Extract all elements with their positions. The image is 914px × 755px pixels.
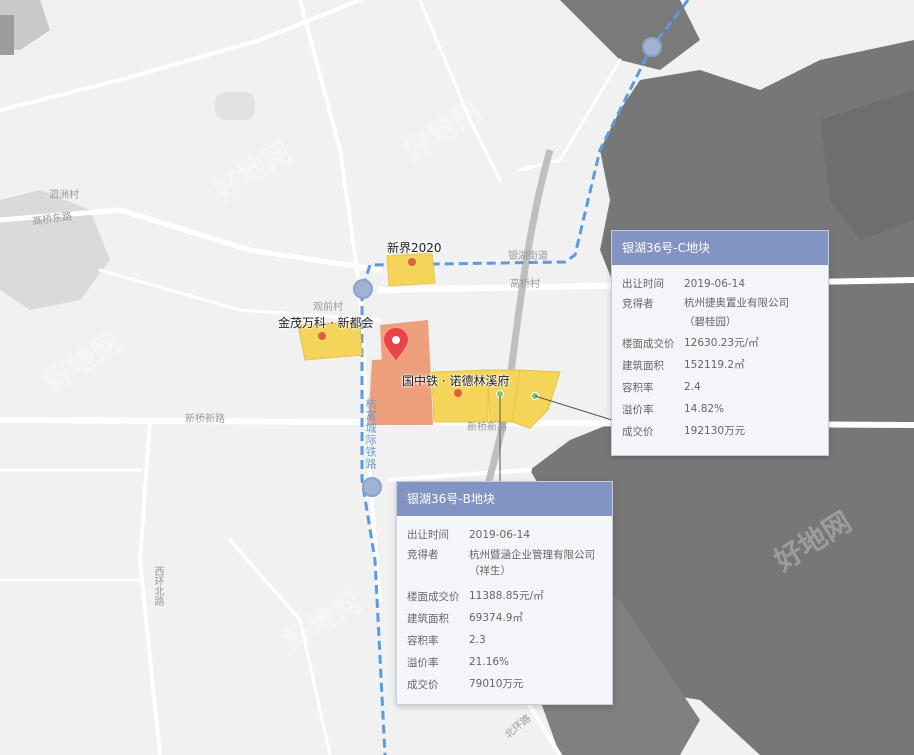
metro-station-marker <box>362 477 382 497</box>
field-label: 竞得者 <box>407 549 439 561</box>
field-label: 成交价 <box>407 678 439 691</box>
field-value: 杭州暨涵企业管理有限公司（祥生） <box>469 549 595 577</box>
field-label: 溢价率 <box>622 403 654 416</box>
poi-dot-jinmao <box>318 332 326 340</box>
hill-area-west <box>0 190 110 310</box>
field-value: 69374.9㎡ <box>469 612 523 624</box>
field-value: 2.4 <box>684 381 701 393</box>
popup-row-winner: 竞得者 杭州暨涵企业管理有限公司（祥生） <box>397 545 612 585</box>
popup-row-area: 建筑面积 69374.9㎡ <box>397 607 612 629</box>
metro-station-marker <box>353 279 373 299</box>
field-label: 出让时间 <box>407 529 449 541</box>
field-label: 出让时间 <box>622 278 664 290</box>
popup-row-premium: 溢价率 14.82% <box>612 398 828 420</box>
road-label-xinqiao-new-rd: 新桥新路 <box>185 414 225 425</box>
field-value: 192130万元 <box>684 425 746 437</box>
field-value: 11388.85元/㎡ <box>469 590 544 602</box>
poi-label-xinjie2020[interactable]: 新界2020 <box>387 239 442 256</box>
field-value: 2.3 <box>469 634 486 646</box>
road-label-xinqiao-new-rd-2: 新桥新路 <box>467 422 507 433</box>
hill-area-north <box>560 0 700 70</box>
map-view[interactable]: 好地网 好地网 好地网 好地网 好地网 好地网 泗洲村 高桥东路 观前村 银湖街… <box>0 0 914 755</box>
poi-dot-crcc <box>454 389 462 397</box>
field-value: （碧桂园） <box>684 316 737 328</box>
popup-row-total: 成交价 192130万元 <box>612 420 828 442</box>
poi-label-crcc-norder[interactable]: 国中铁 · 诺德林溪府 <box>402 372 509 389</box>
field-label: 成交价 <box>622 425 654 438</box>
popup-row-premium: 溢价率 21.16% <box>397 651 612 673</box>
road <box>388 468 532 482</box>
popup-row-winner: 竞得者 杭州捷奥置业有限公司 <box>612 294 828 312</box>
field-value: 杭州捷奥置业有限公司 <box>684 297 789 309</box>
popup-row-winner-cont: （碧桂园） <box>612 312 828 332</box>
field-label: 建筑面积 <box>622 359 664 372</box>
road-label-gaoqiao-village: 高桥村 <box>510 279 540 290</box>
land-patch <box>215 92 255 120</box>
field-label: 楼面成交价 <box>407 590 460 603</box>
popup-title: 银湖36号-C地块 <box>612 231 828 265</box>
popup-row-total: 成交价 79010万元 <box>397 673 612 695</box>
field-value: 21.16% <box>469 656 510 668</box>
road-label-xihuan-north-rd: 西环北路 <box>152 566 163 606</box>
land-patch <box>0 15 14 55</box>
field-label: 容积率 <box>622 381 654 394</box>
field-value: 14.82% <box>684 403 725 415</box>
field-label: 竞得者 <box>622 297 654 310</box>
popup-row-far: 容积率 2.3 <box>397 629 612 651</box>
popup-row-far: 容积率 2.4 <box>612 376 828 398</box>
field-value: 2019-06-14 <box>469 528 531 541</box>
road-label-yinhu-street: 银湖街道 <box>508 251 548 262</box>
popup-row-area: 建筑面积 152119.2㎡ <box>612 354 828 376</box>
field-label: 溢价率 <box>407 656 439 669</box>
road-label-hangfu-railway: 杭富城际铁路 <box>364 398 377 470</box>
popup-row-floor-price: 楼面成交价 12630.23元/㎡ <box>612 332 828 354</box>
plot-info-popup-36c[interactable]: 银湖36号-C地块 出让时间 2019-06-14 竞得者 杭州捷奥置业有限公司 （… <box>611 230 829 456</box>
road-label-sizhou-village: 泗洲村 <box>49 190 79 201</box>
field-value: 12630.23元/㎡ <box>684 337 759 349</box>
land-parcel-xinjie2020 <box>386 252 436 287</box>
popup-row-floor-price: 楼面成交价 11388.85元/㎡ <box>397 585 612 607</box>
field-label: 容积率 <box>407 634 439 647</box>
road-label-guanqian-village: 观前村 <box>313 302 343 313</box>
field-value: 79010万元 <box>469 678 524 690</box>
popup-title: 银湖36号-B地块 <box>397 482 612 516</box>
popup-row-date: 出让时间 2019-06-14 <box>397 524 612 545</box>
poi-dot-xinjie2020 <box>408 258 416 266</box>
field-label: 建筑面积 <box>407 612 449 625</box>
metro-station-marker <box>642 37 662 57</box>
plot-info-popup-36b[interactable]: 银湖36号-B地块 出让时间 2019-06-14 竞得者 杭州暨涵企业管理有限公司… <box>396 481 613 705</box>
poi-label-jinmao-vanke[interactable]: 金茂万科 · 新都会 <box>278 314 373 331</box>
field-value: 2019-06-14 <box>684 277 746 290</box>
field-value: 152119.2㎡ <box>684 359 745 371</box>
popup-row-date: 出让时间 2019-06-14 <box>612 273 828 294</box>
field-label: 楼面成交价 <box>622 337 675 350</box>
